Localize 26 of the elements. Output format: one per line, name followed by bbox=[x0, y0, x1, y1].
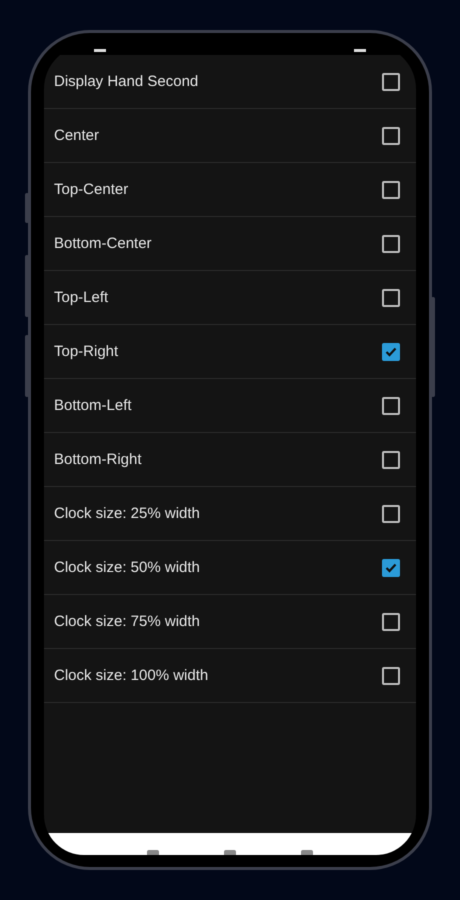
checkbox[interactable] bbox=[382, 396, 400, 414]
checkbox[interactable] bbox=[382, 450, 400, 468]
checkbox[interactable] bbox=[382, 126, 400, 144]
check-icon bbox=[385, 562, 397, 572]
checkbox[interactable] bbox=[382, 612, 400, 630]
checkbox[interactable] bbox=[382, 288, 400, 306]
option-label: Center bbox=[54, 127, 100, 144]
checkbox[interactable] bbox=[382, 666, 400, 684]
option-label: Clock size: 75% width bbox=[54, 613, 200, 630]
checkbox[interactable] bbox=[382, 504, 400, 522]
option-label: Clock size: 100% width bbox=[54, 667, 208, 684]
checkbox[interactable] bbox=[382, 342, 400, 360]
option-label: Top-Left bbox=[54, 289, 108, 306]
checkbox[interactable] bbox=[382, 234, 400, 252]
option-label: Top-Center bbox=[54, 181, 128, 198]
option-label: Display Hand Second bbox=[54, 73, 198, 90]
option-label: Clock size: 25% width bbox=[54, 505, 200, 522]
option-label: Bottom-Right bbox=[54, 451, 142, 468]
checkbox[interactable] bbox=[382, 180, 400, 198]
check-icon bbox=[385, 346, 397, 356]
option-label: Top-Right bbox=[54, 343, 118, 360]
option-label: Clock size: 50% width bbox=[54, 559, 200, 576]
option-label: Bottom-Left bbox=[54, 397, 132, 414]
option-label: Bottom-Center bbox=[54, 235, 152, 252]
checkbox[interactable] bbox=[382, 558, 400, 576]
checkbox[interactable] bbox=[382, 72, 400, 90]
